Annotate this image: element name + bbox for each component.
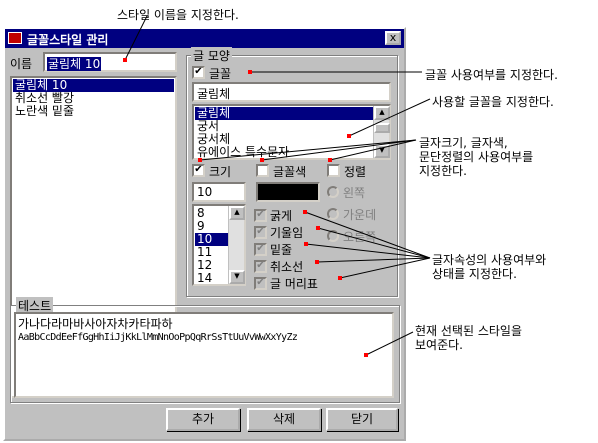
callout-line-align <box>329 139 417 161</box>
callout-dot <box>328 158 332 162</box>
callout-line-name <box>124 15 148 61</box>
callout-dot <box>304 242 308 246</box>
callout-line-test <box>365 331 414 356</box>
callout-line-italic <box>317 227 431 259</box>
callout-line-color <box>261 139 417 161</box>
callout-line-font-select <box>348 98 431 137</box>
callout-dot <box>316 226 320 230</box>
callout-dot <box>198 158 202 162</box>
callout-line-size <box>199 139 417 161</box>
callout-dot <box>260 158 264 162</box>
callout-dot <box>364 353 368 357</box>
callout-dot <box>123 58 127 62</box>
callout-dot <box>248 70 252 74</box>
callout-dot <box>347 134 351 138</box>
callout-lines <box>123 15 431 357</box>
callout-dot <box>338 276 342 280</box>
callout-dot <box>315 260 319 264</box>
callout-dot <box>303 210 307 214</box>
